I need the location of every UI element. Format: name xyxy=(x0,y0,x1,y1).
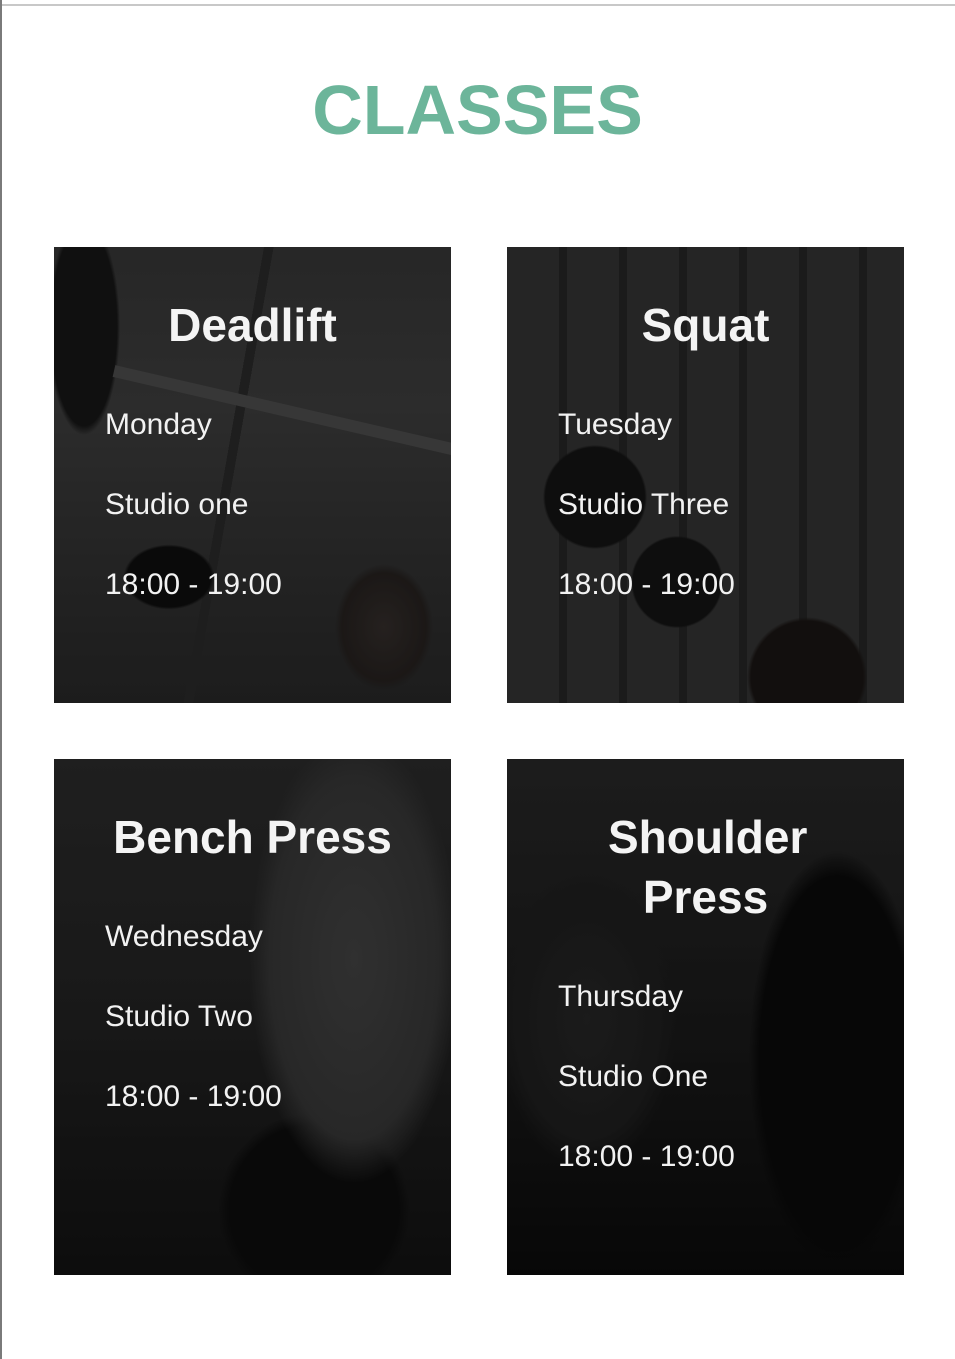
left-border xyxy=(0,0,2,1359)
top-divider xyxy=(0,4,955,6)
class-name: Deadlift xyxy=(168,299,337,351)
class-name: Squat xyxy=(641,299,770,351)
class-name: Bench Press xyxy=(113,811,392,863)
class-day: Wednesday xyxy=(105,920,263,953)
class-day: Thursday xyxy=(558,980,684,1013)
classes-page: CLASSES Deadlift Monday Studio one 18:00… xyxy=(0,0,955,1359)
class-card-squat[interactable]: Squat Tuesday Studio Three 18:00 - 19:00 xyxy=(507,247,904,703)
class-time: 18:00 - 19:00 xyxy=(105,568,282,601)
class-studio: Studio one xyxy=(105,488,249,521)
class-card-bench-press[interactable]: Bench Press Wednesday Studio Two 18:00 -… xyxy=(54,759,451,1275)
class-card-deadlift[interactable]: Deadlift Monday Studio one 18:00 - 19:00 xyxy=(54,247,451,703)
class-time: 18:00 - 19:00 xyxy=(558,568,735,601)
class-day: Monday xyxy=(105,408,212,441)
class-studio: Studio Two xyxy=(105,1000,253,1033)
page-title: CLASSES xyxy=(312,71,643,149)
class-time: 18:00 - 19:00 xyxy=(558,1140,735,1173)
class-studio: Studio One xyxy=(558,1060,709,1093)
class-card-shoulder-press[interactable]: Shoulder Press Thursday Studio One 18:00… xyxy=(507,759,904,1275)
class-time: 18:00 - 19:00 xyxy=(105,1080,282,1113)
class-name: Shoulder Press xyxy=(608,811,808,923)
class-day: Tuesday xyxy=(558,408,672,441)
class-studio: Studio Three xyxy=(558,488,730,521)
